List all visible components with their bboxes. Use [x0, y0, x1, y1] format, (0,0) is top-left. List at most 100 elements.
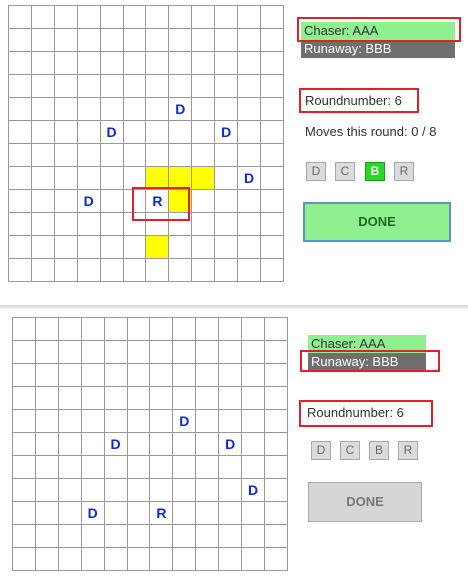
board-cell[interactable]	[218, 317, 243, 341]
board-cell[interactable]	[53, 120, 78, 144]
board-cell[interactable]	[260, 143, 284, 167]
board-cell[interactable]	[260, 74, 284, 98]
board-cell[interactable]	[149, 386, 174, 410]
board-cell[interactable]	[122, 143, 147, 167]
board-cell[interactable]	[103, 386, 128, 410]
board-cell[interactable]	[264, 524, 288, 548]
board-cell[interactable]	[237, 143, 262, 167]
board-cell[interactable]	[12, 547, 36, 571]
chaser-piece[interactable]: D	[80, 501, 105, 525]
board-cell[interactable]	[122, 74, 147, 98]
board-cell[interactable]	[172, 455, 197, 479]
board-cell[interactable]	[168, 120, 193, 144]
board-cell[interactable]	[145, 120, 170, 144]
board-cell[interactable]	[80, 478, 105, 502]
board-cell[interactable]	[76, 258, 101, 282]
board-cell[interactable]	[191, 120, 216, 144]
board-cell[interactable]	[145, 5, 170, 29]
board-cell[interactable]	[34, 409, 59, 433]
board-cell[interactable]	[8, 28, 32, 52]
board-cell[interactable]	[57, 386, 82, 410]
board-cell[interactable]	[8, 97, 32, 121]
board-cell[interactable]	[57, 455, 82, 479]
board-cell[interactable]	[12, 363, 36, 387]
board-cell[interactable]	[172, 363, 197, 387]
board-cell[interactable]	[241, 455, 266, 479]
board-cell[interactable]	[57, 409, 82, 433]
board-cell[interactable]	[122, 258, 147, 282]
board-cell[interactable]	[260, 97, 284, 121]
board-cell[interactable]	[53, 166, 78, 190]
board-cell[interactable]	[30, 143, 55, 167]
board-cell[interactable]	[237, 28, 262, 52]
board-cell[interactable]	[99, 97, 124, 121]
board-cell[interactable]	[34, 478, 59, 502]
board-cell[interactable]	[103, 317, 128, 341]
chaser-piece[interactable]: D	[172, 409, 197, 433]
board-cell[interactable]	[103, 478, 128, 502]
board-cell[interactable]	[99, 5, 124, 29]
board-cell[interactable]	[149, 340, 174, 364]
chaser-piece[interactable]: D	[168, 97, 193, 121]
board-cell[interactable]	[241, 386, 266, 410]
board-cell[interactable]	[12, 501, 36, 525]
board-cell[interactable]	[172, 524, 197, 548]
board-cell[interactable]	[126, 409, 151, 433]
board-cell[interactable]	[103, 524, 128, 548]
board-cell[interactable]	[191, 28, 216, 52]
board-cell[interactable]	[264, 363, 288, 387]
board-cell[interactable]	[76, 51, 101, 75]
board-cell[interactable]	[191, 258, 216, 282]
board-cell[interactable]	[149, 317, 174, 341]
board-cell[interactable]	[241, 501, 266, 525]
board-cell[interactable]	[191, 212, 216, 236]
board-cell[interactable]	[99, 51, 124, 75]
board-cell[interactable]	[34, 363, 59, 387]
board-cell[interactable]	[30, 28, 55, 52]
board-cell[interactable]	[8, 258, 32, 282]
board-cell[interactable]	[218, 409, 243, 433]
board-cell[interactable]	[214, 28, 239, 52]
direction-button-b[interactable]: B	[365, 162, 385, 181]
board-cell[interactable]	[214, 212, 239, 236]
board-cell[interactable]	[80, 409, 105, 433]
board-cell[interactable]	[191, 74, 216, 98]
board-cell[interactable]	[34, 501, 59, 525]
direction-button-d[interactable]: D	[311, 441, 331, 460]
board-cell[interactable]	[30, 97, 55, 121]
board-cell[interactable]	[30, 51, 55, 75]
board-cell[interactable]	[264, 455, 288, 479]
runaway-piece[interactable]: R	[149, 501, 174, 525]
board-cell[interactable]	[80, 340, 105, 364]
board-cell[interactable]	[76, 212, 101, 236]
board-cell[interactable]	[103, 501, 128, 525]
board-cell[interactable]	[149, 524, 174, 548]
board-cell[interactable]	[122, 51, 147, 75]
board-cell[interactable]	[241, 363, 266, 387]
bottom-board-grid[interactable]: DDDDDR	[12, 317, 288, 571]
board-cell[interactable]	[172, 501, 197, 525]
board-cell[interactable]	[99, 74, 124, 98]
direction-button-c[interactable]: C	[340, 441, 360, 460]
board-cell[interactable]	[145, 97, 170, 121]
chaser-piece[interactable]: D	[241, 478, 266, 502]
board-cell[interactable]	[260, 28, 284, 52]
board-cell[interactable]	[126, 478, 151, 502]
board-cell[interactable]	[145, 28, 170, 52]
board-cell[interactable]	[8, 51, 32, 75]
board-cell[interactable]	[195, 455, 220, 479]
done-button[interactable]: DONE	[303, 202, 451, 242]
board-cell[interactable]	[34, 340, 59, 364]
board-cell[interactable]	[8, 5, 32, 29]
board-cell[interactable]	[168, 235, 193, 259]
board-cell[interactable]	[57, 363, 82, 387]
board-cell[interactable]	[57, 501, 82, 525]
board-cell[interactable]	[214, 258, 239, 282]
board-cell[interactable]	[218, 386, 243, 410]
board-cell[interactable]	[76, 120, 101, 144]
board-cell[interactable]	[126, 547, 151, 571]
top-board-grid[interactable]: DDDDDR	[8, 5, 284, 282]
board-cell[interactable]	[80, 363, 105, 387]
board-cell[interactable]	[12, 317, 36, 341]
board-cell[interactable]	[30, 5, 55, 29]
